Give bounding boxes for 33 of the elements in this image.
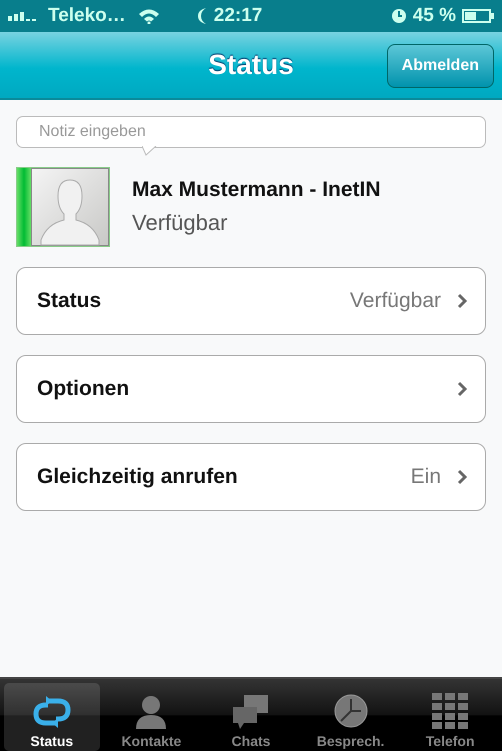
- note-field[interactable]: Notiz eingeben: [16, 116, 486, 148]
- wifi-icon: [138, 8, 160, 24]
- row-label: Status: [37, 289, 102, 313]
- sync-arrows-icon: [32, 695, 72, 729]
- row-label: Optionen: [37, 377, 130, 401]
- tab[interactable]: Kontakte: [104, 683, 200, 751]
- battery-icon: [462, 9, 494, 23]
- tab[interactable]: Besprech.: [302, 683, 398, 751]
- row-value: Verfügbar: [350, 289, 441, 313]
- tab[interactable]: Telefon: [402, 683, 498, 751]
- alarm-clock-icon: [390, 8, 407, 24]
- user-status: Verfügbar: [132, 210, 228, 236]
- chevron-icon: [457, 469, 467, 485]
- keypad-icon: [432, 693, 468, 729]
- settings-row[interactable]: Gleichzeitig anrufen Ein: [16, 443, 486, 511]
- carrier-name: Teleko…: [48, 5, 126, 27]
- user-name: Max Mustermann - InetIN: [132, 178, 381, 202]
- clock-time: 22:17: [214, 5, 262, 27]
- page-title: Status: [208, 49, 294, 81]
- tab[interactable]: Chats: [203, 683, 299, 751]
- settings-row[interactable]: Status Verfügbar: [16, 267, 486, 335]
- chat-bubbles-icon: [232, 693, 270, 729]
- person-icon: [134, 695, 168, 729]
- chevron-icon: [457, 381, 467, 397]
- settings-row[interactable]: Optionen: [16, 355, 486, 423]
- moon-icon: [196, 7, 208, 25]
- row-label: Gleichzeitig anrufen: [37, 465, 239, 489]
- row-value: Ein: [410, 465, 441, 489]
- battery-percent: 45 %: [412, 5, 456, 27]
- clock-icon: [332, 693, 369, 729]
- chevron-icon: [457, 293, 467, 309]
- tab[interactable]: Status: [4, 683, 100, 751]
- avatar-silhouette-icon: [31, 168, 109, 246]
